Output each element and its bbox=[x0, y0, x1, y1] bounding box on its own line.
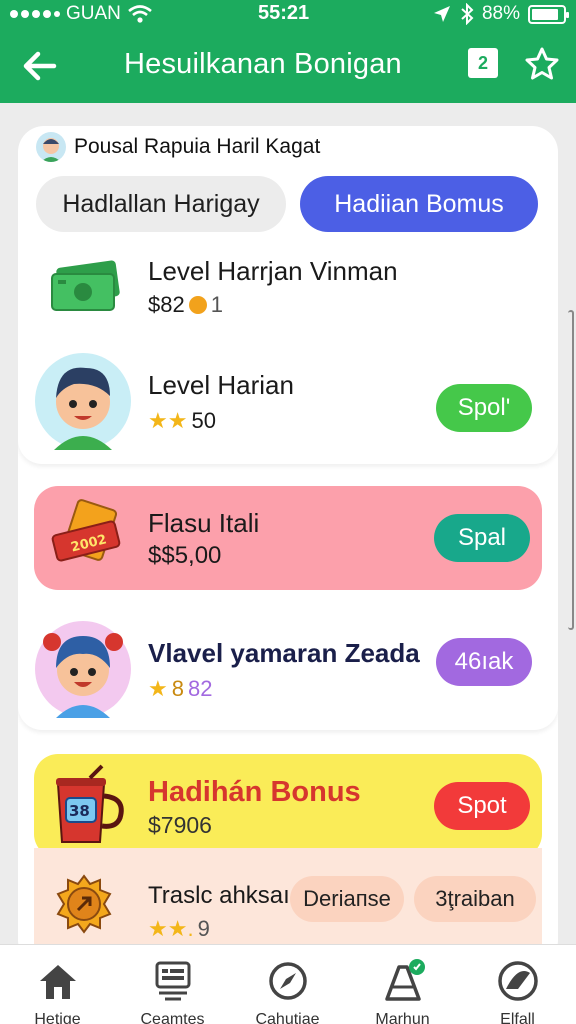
bluetooth-icon bbox=[461, 3, 474, 25]
battery-percent: 88% bbox=[481, 3, 520, 24]
wifi-icon bbox=[128, 5, 152, 23]
star-icon[interactable] bbox=[524, 46, 560, 82]
location-icon bbox=[433, 6, 450, 22]
list-item[interactable]: 38 Hadihán Bonus $7906 Spot bbox=[34, 754, 542, 858]
coin-icon bbox=[188, 296, 207, 314]
claim-button[interactable]: 46ıak bbox=[436, 638, 532, 686]
list-item-title: Traslc ahksaı bbox=[148, 882, 290, 909]
page-title: Hesuilkanan Bonigan bbox=[124, 48, 402, 80]
reward-amount: $82 bbox=[148, 292, 185, 317]
list-item-subtitle: ★ 8 82 bbox=[148, 676, 212, 702]
list-item[interactable]: Vlavel yamaran Zeada ★ 8 82 46ıak bbox=[18, 610, 558, 730]
girl-avatar-icon bbox=[35, 621, 131, 718]
status-bar: GUAN 55:21 88% bbox=[0, 0, 576, 30]
status-right: 88% bbox=[432, 3, 569, 25]
claim-button[interactable]: Spot bbox=[434, 782, 530, 830]
tab-bar: Hadlallan Harigay Hadiian Bomus bbox=[36, 176, 538, 232]
secondary-button[interactable]: 3ţraiban bbox=[414, 876, 536, 922]
status-time: 55:21 bbox=[258, 2, 310, 24]
cash-icon bbox=[51, 260, 120, 311]
star-icon: ★★ bbox=[148, 408, 188, 433]
list-item-subtitle: ★★. 9 bbox=[148, 916, 210, 942]
nav-item-bag[interactable]: Marhun bbox=[345, 945, 460, 1024]
nav-item-globe[interactable]: Elfall bbox=[460, 945, 575, 1024]
list-item-title: Level Harrjan Vinman bbox=[148, 256, 398, 286]
ticket-icon: 2002 bbox=[51, 499, 121, 562]
star-icon: ★ bbox=[148, 676, 168, 701]
cup-label: 38 bbox=[69, 802, 90, 820]
avatar bbox=[36, 132, 66, 162]
list-item-subtitle: $82 1 bbox=[148, 292, 223, 318]
star-icon: ★★. bbox=[148, 916, 194, 941]
battery-icon bbox=[528, 4, 569, 24]
card-header-title: Pousal Rapuia Haril Kagat bbox=[74, 135, 321, 158]
battery-fill bbox=[532, 8, 558, 20]
list-item-subtitle: $$5,00 bbox=[148, 542, 222, 569]
list-item-title: Flasu Itali bbox=[148, 508, 260, 538]
list-item-title: Hadihán Bonus bbox=[148, 776, 361, 808]
cup-icon: 38 bbox=[56, 764, 124, 843]
list-item-subtitle: $7906 bbox=[148, 812, 212, 838]
tab-daily-rewards[interactable]: Hadlallan Harigay bbox=[36, 176, 286, 232]
claim-button[interactable]: Spal bbox=[434, 514, 530, 562]
carrier-name: GUAN bbox=[66, 3, 121, 24]
tab-bonus-rewards[interactable]: Hadiian Bomus bbox=[300, 176, 538, 232]
bottom-navigation: Hetige Ceamtes Cahutiae Marhun Elfall bbox=[0, 944, 576, 1024]
list-item[interactable]: Level Harrjan Vinman $82 1 bbox=[18, 242, 558, 346]
list-item-title: Vlavel yamaran Zeada bbox=[148, 638, 420, 668]
nav-item-cashier[interactable]: Ceamtes bbox=[115, 945, 230, 1024]
reward-points: 82 bbox=[187, 676, 213, 701]
nav-label: Ceamtes bbox=[140, 1011, 205, 1024]
nav-label: Marhun bbox=[375, 1011, 430, 1024]
list-item-title: Level Harian bbox=[148, 370, 294, 400]
reward-level: 8 bbox=[171, 676, 184, 701]
coin-badge-icon bbox=[56, 874, 112, 934]
secondary-button[interactable]: Deriaпse bbox=[290, 876, 404, 922]
app-bar: Hesuilkanan Bonigan 2 bbox=[0, 38, 576, 93]
signal-icon bbox=[10, 10, 60, 18]
list-item[interactable]: 2002 Flasu Itali $$5,00 Spal bbox=[34, 486, 542, 590]
list-item[interactable]: Level Harian ★★ 50 Spol' bbox=[18, 346, 558, 464]
reward-count: 1 bbox=[210, 292, 223, 317]
nav-label: Hetige bbox=[34, 1011, 81, 1024]
nav-item-compass[interactable]: Cahutiae bbox=[230, 945, 345, 1024]
nav-label: Elfall bbox=[500, 1011, 535, 1024]
nav-item-home[interactable]: Hetige bbox=[0, 945, 115, 1024]
card-header: Pousal Rapuia Haril Kagat bbox=[36, 132, 320, 162]
globe-icon bbox=[498, 961, 538, 1001]
home-icon bbox=[40, 965, 76, 999]
claim-button[interactable]: Spol' bbox=[436, 384, 532, 432]
list-item-subtitle: ★★ 50 bbox=[148, 408, 216, 434]
rewards-card: Pousal Rapuia Haril Kagat Hadlallan Hari… bbox=[18, 126, 558, 966]
boy-avatar-icon bbox=[35, 353, 131, 450]
reward-count: 9 bbox=[197, 916, 210, 941]
reward-stars-count: 50 bbox=[191, 408, 216, 433]
bag-icon bbox=[385, 959, 425, 1001]
notification-badge-button[interactable]: 2 bbox=[468, 48, 498, 78]
back-arrow-icon[interactable] bbox=[20, 46, 60, 86]
nav-label: Cahutiae bbox=[255, 1011, 320, 1024]
top-bar: GUAN 55:21 88% Hesuilkanan Bonigan 2 bbox=[0, 0, 576, 103]
cashier-icon bbox=[155, 961, 191, 1001]
compass-icon bbox=[269, 962, 307, 1000]
carrier-info: GUAN bbox=[10, 3, 153, 25]
scrollbar[interactable] bbox=[568, 310, 574, 630]
